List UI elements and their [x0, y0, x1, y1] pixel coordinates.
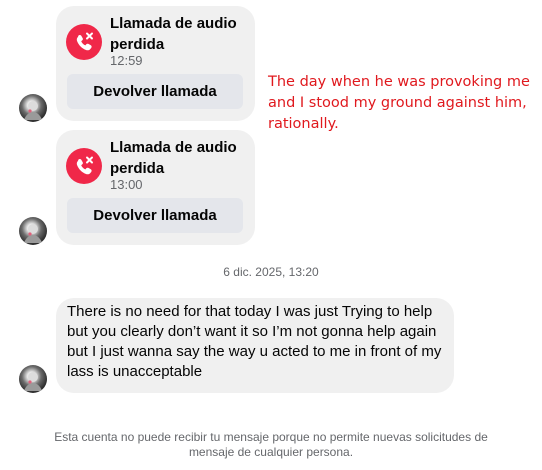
missed-call-card: Llamada de audio perdida 13:00 Devolver …: [56, 130, 255, 245]
annotation-text: The day when he was provoking me and I s…: [268, 74, 530, 132]
avatar[interactable]: [19, 217, 47, 245]
date-separator: 6 dic. 2025, 13:20: [223, 265, 319, 279]
message-text: There is no need for that today I was ju…: [67, 303, 442, 380]
call-title: Llamada de audio perdida: [110, 15, 237, 53]
avatar[interactable]: [19, 94, 47, 122]
missed-call-card: Llamada de audio perdida 12:59 Devolver …: [56, 6, 255, 121]
avatar[interactable]: [19, 365, 47, 393]
messaging-restriction-notice: Esta cuenta no puede recibir tu mensaje …: [54, 430, 488, 459]
call-back-button[interactable]: Devolver llamada: [67, 198, 243, 233]
missed-call-icon: [66, 148, 102, 184]
call-title: Llamada de audio perdida: [110, 139, 237, 177]
message-bubble[interactable]: There is no need for that today I was ju…: [56, 298, 454, 393]
call-time: 12:59: [110, 53, 143, 68]
call-back-button[interactable]: Devolver llamada: [67, 74, 243, 109]
call-time: 13:00: [110, 177, 143, 192]
missed-call-icon: [66, 24, 102, 60]
